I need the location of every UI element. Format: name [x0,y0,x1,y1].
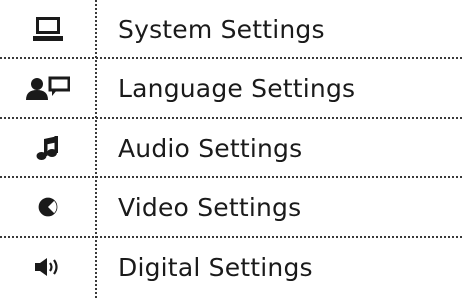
menu-item-audio-settings[interactable]: Audio Settings [0,119,462,177]
menu-item-label: Video Settings [118,192,302,222]
menu-item-label: System Settings [118,14,325,44]
music-note-icon [12,119,84,177]
menu-item-label: Audio Settings [118,133,303,163]
menu-item-system-settings[interactable]: System Settings [0,0,462,58]
menu-item-video-settings[interactable]: Video Settings [0,178,462,236]
speaker-icon [12,238,84,296]
menu-item-language-settings[interactable]: Language Settings [0,59,462,117]
menu-item-label: Digital Settings [118,252,313,282]
menu-item-label: Language Settings [118,73,356,103]
menu-item-digital-settings[interactable]: Digital Settings [0,238,462,296]
person-speech-icon [12,59,84,117]
video-disc-icon [12,178,84,236]
monitor-icon [12,0,84,58]
settings-menu: System Settings Language Settings Audio … [0,0,462,298]
